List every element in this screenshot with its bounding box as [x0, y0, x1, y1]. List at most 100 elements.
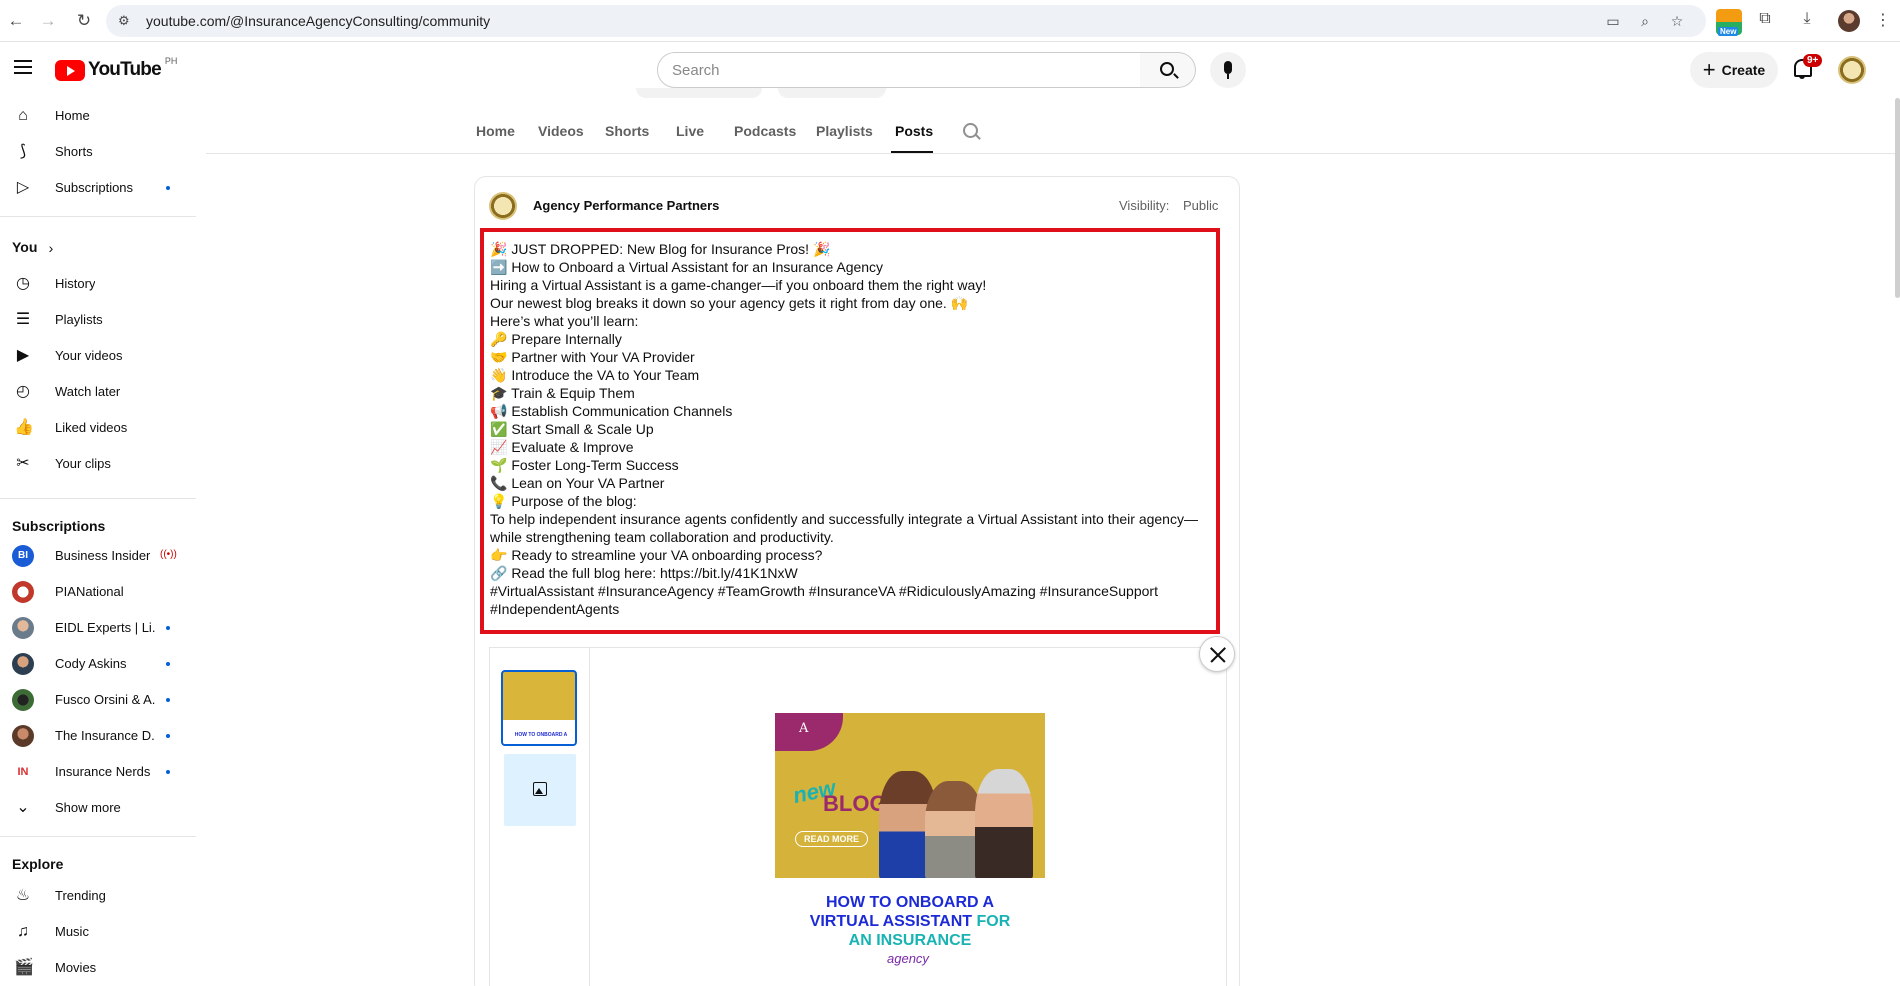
page-scrollbar[interactable]	[1895, 98, 1900, 298]
post-text-line: Here’s what you’ll learn:	[490, 313, 639, 329]
subscription-channel[interactable]: The Insurance D...	[0, 718, 196, 754]
address-bar[interactable]: ⚙ youtube.com/@InsuranceAgencyConsulting…	[106, 5, 1706, 37]
sidebar-item-subscriptions[interactable]: ▷ Subscriptions	[0, 170, 196, 206]
liked-videos-icon: 👍	[14, 419, 34, 436]
playlists-icon: ☰	[15, 311, 31, 328]
post-text-line: ✅ Start Small & Scale Up	[490, 421, 654, 437]
subscription-channel[interactable]: EIDL Experts | Li...	[0, 610, 196, 646]
new-content-dot	[166, 662, 170, 666]
new-content-dot	[166, 626, 170, 630]
channel-search-icon[interactable]	[963, 123, 978, 138]
browser-menu-icon[interactable]: ⋮	[1872, 10, 1894, 32]
channel-name: PIANational	[55, 584, 124, 599]
sidebar-item-label: Subscriptions	[55, 180, 134, 195]
sidebar-you-header[interactable]: You ›	[0, 230, 196, 266]
show-more-button[interactable]: ⌄ Show more	[0, 790, 196, 826]
subscription-channel[interactable]: PIANational	[0, 574, 196, 610]
sidebar-item-home[interactable]: ⌂ Home	[0, 98, 196, 134]
tab-playlists[interactable]: Playlists	[816, 123, 873, 139]
channel-name: Fusco Orsini & A...	[55, 692, 155, 707]
sidebar-item-music[interactable]: ♫ Music	[0, 914, 196, 950]
watch-later-icon: ◴	[16, 383, 30, 400]
sidebar-item-movies[interactable]: 🎬 Movies	[0, 950, 196, 986]
sidebar-item-label: Movies	[55, 960, 97, 975]
channel-avatar: IN	[12, 761, 34, 783]
search-button[interactable]	[1140, 52, 1196, 88]
remove-image-close-icon[interactable]	[1199, 636, 1235, 672]
tab-posts[interactable]: Posts	[895, 123, 933, 139]
browser-profile-avatar[interactable]	[1838, 10, 1860, 32]
create-button[interactable]: + Create	[1690, 52, 1778, 88]
logo-text: YouTube	[88, 59, 162, 80]
channel-avatar	[12, 689, 34, 711]
back-icon[interactable]: ←	[4, 9, 28, 33]
channel-name: Insurance Nerds	[55, 764, 151, 779]
visibility-dropdown[interactable]: Public	[1183, 198, 1218, 213]
search-icon	[1160, 62, 1174, 76]
tab-videos[interactable]: Videos	[538, 123, 584, 139]
post-text-line: #VirtualAssistant #InsuranceAgency #Team…	[490, 583, 1158, 599]
selected-image-thumbnail[interactable]: HOW TO ONBOARD A	[501, 670, 577, 746]
channel-avatar	[12, 617, 34, 639]
create-label: Create	[1721, 62, 1766, 78]
sidebar-item-label: Trending	[55, 888, 106, 903]
add-image-button[interactable]	[504, 754, 576, 826]
sidebar-divider	[0, 216, 196, 217]
live-broadcast-icon: ((•))	[160, 549, 177, 560]
bookmark-star-icon[interactable]: ☆	[1668, 13, 1686, 29]
extension-new-icon[interactable]: New	[1716, 9, 1742, 36]
search-input[interactable]	[672, 62, 1112, 79]
post-text-line: 📈 Evaluate & Improve	[490, 439, 634, 455]
url-text[interactable]: youtube.com/@InsuranceAgencyConsulting/c…	[146, 13, 490, 29]
sidebar-item-your-videos[interactable]: ▶ Your videos	[0, 338, 196, 374]
add-image-icon	[533, 782, 547, 796]
youtube-header: YouTube PH + Create 9+	[0, 42, 1900, 98]
post-text-line: while strengthening team collaboration a…	[490, 529, 834, 545]
reload-icon[interactable]: ↻	[72, 9, 96, 33]
post-image-preview: A new BLOG READ MORE HOW TO ONBOARD A VI…	[775, 713, 1045, 986]
sidebar-item-playlists[interactable]: ☰ Playlists	[0, 302, 196, 338]
site-info-icon[interactable]: ⚙	[118, 13, 134, 29]
post-text-line: 👋 Introduce the VA to Your Team	[490, 367, 700, 383]
downloads-icon[interactable]: ⤓	[1796, 10, 1818, 32]
zoom-icon[interactable]: ⌕	[1636, 13, 1654, 29]
home-icon: ⌂	[18, 107, 28, 124]
extensions-puzzle-icon[interactable]: ⧉	[1754, 10, 1776, 32]
post-text-line: #IndependentAgents	[490, 601, 620, 617]
subscriptions-icon: ▷	[16, 179, 30, 196]
voice-search-button[interactable]	[1210, 52, 1246, 88]
sidebar-item-label: Your videos	[55, 348, 123, 363]
tab-shorts[interactable]: Shorts	[605, 123, 649, 139]
image-agency-text: agency	[887, 951, 929, 966]
account-avatar[interactable]	[1838, 56, 1866, 84]
tab-podcasts[interactable]: Podcasts	[734, 123, 796, 139]
sidebar-item-trending[interactable]: ♨ Trending	[0, 878, 196, 914]
show-more-label: Show more	[55, 800, 121, 815]
post-text-line: To help independent insurance agents con…	[490, 511, 1198, 527]
forward-icon[interactable]: →	[36, 9, 60, 33]
sidebar-item-your-clips[interactable]: ✂ Your clips	[0, 446, 196, 482]
headline-line: VIRTUAL ASSISTANT FOR	[775, 912, 1045, 931]
headline-line: AN INSURANCE	[848, 932, 972, 949]
subscription-channel[interactable]: Fusco Orsini & A...	[0, 682, 196, 718]
tab-live[interactable]: Live	[676, 123, 704, 139]
chevron-down-icon: ⌄	[16, 799, 30, 816]
sidebar-item-history[interactable]: ◷ History	[0, 266, 196, 302]
image-blog-text: BLOG	[823, 791, 887, 816]
subscription-channel[interactable]: IN Insurance Nerds	[0, 754, 196, 790]
sidebar-item-shorts[interactable]: ⟆ Shorts	[0, 134, 196, 170]
extension-new-badge: New	[1718, 27, 1739, 36]
active-tab-indicator	[891, 151, 933, 153]
post-text-editor[interactable]: 🎉 JUST DROPPED: New Blog for Insurance P…	[480, 228, 1220, 634]
menu-icon[interactable]	[14, 60, 32, 74]
person-figure	[975, 769, 1033, 881]
subscription-channel[interactable]: BI Business Insider ((•))	[0, 538, 196, 574]
sidebar-item-liked-videos[interactable]: 👍 Liked videos	[0, 410, 196, 446]
tab-home[interactable]: Home	[476, 123, 515, 139]
youtube-logo[interactable]: YouTube PH	[55, 56, 177, 82]
subscription-channel[interactable]: Cody Askins	[0, 646, 196, 682]
post-composer-card: Agency Performance Partners Visibility: …	[474, 176, 1240, 986]
sidebar-item-watch-later[interactable]: ◴ Watch later	[0, 374, 196, 410]
install-app-icon[interactable]: ▭	[1604, 13, 1622, 29]
youtube-play-icon	[55, 59, 85, 81]
